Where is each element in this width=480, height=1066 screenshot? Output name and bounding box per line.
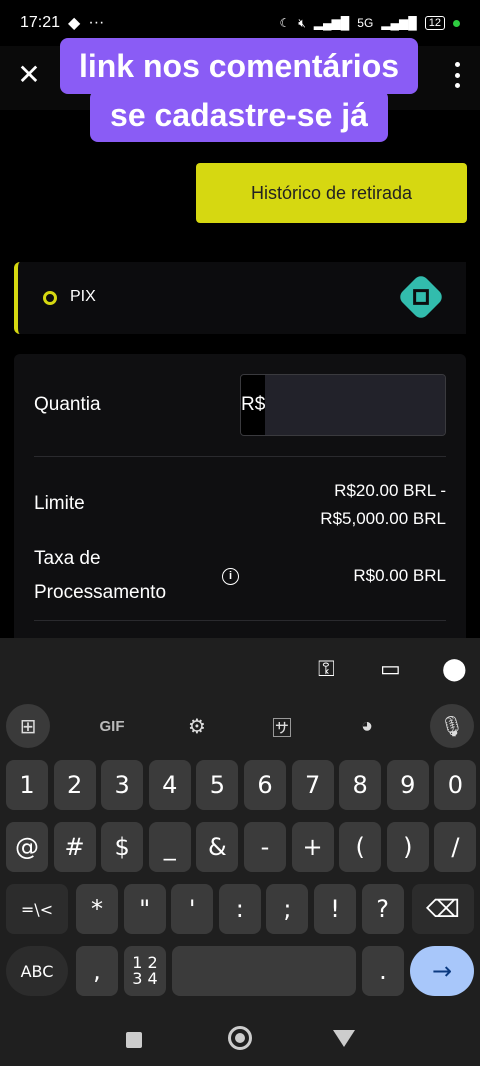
row1-key-3[interactable]: 4	[148, 760, 191, 810]
withdraw-history-button[interactable]: Histórico de retirada	[196, 163, 467, 223]
comma-key[interactable]: ,	[76, 946, 118, 996]
backspace-key[interactable]: ⌫	[412, 884, 474, 934]
row1-key-6[interactable]: 7	[291, 760, 334, 810]
row2-key-5[interactable]: -	[244, 822, 286, 872]
pix-logo-icon	[400, 276, 442, 318]
autofill-bar: ⚿ ▭ ⬤	[0, 638, 480, 698]
layers-icon: ◆	[68, 15, 81, 32]
keyboard-toolbar: ⊞ GIF ⚙ 🈂︎ ◕ 🎙︎	[0, 704, 480, 748]
row3-key-2[interactable]: "	[123, 884, 166, 934]
limit-label: Limite	[34, 493, 85, 514]
row1-key-1[interactable]: 2	[53, 760, 96, 810]
row3-key-4[interactable]: :	[218, 884, 261, 934]
more-vert-icon[interactable]	[452, 62, 462, 88]
amount-field[interactable]: R$	[240, 374, 446, 436]
info-icon[interactable]: i	[222, 568, 239, 585]
numpad-bottom-label: 3 4	[132, 969, 158, 988]
withdraw-page: Histórico de retirada PIX Quantia R$ Lim…	[0, 110, 480, 638]
divider	[34, 620, 446, 621]
more-notifications-icon: ···	[88, 14, 105, 31]
row2-key-7[interactable]: (	[339, 822, 382, 872]
row1-key-0[interactable]: 1	[6, 760, 48, 810]
overlay-caption-line2: se cadastre-se já	[90, 90, 388, 142]
pix-method-card[interactable]: PIX	[14, 262, 466, 334]
mic-icon[interactable]: 🎙︎	[430, 704, 474, 748]
palette-icon[interactable]: ◕	[345, 704, 389, 748]
limit-max-value: R$5,000.00 BRL	[320, 509, 446, 528]
row2-key-1[interactable]: #	[53, 822, 96, 872]
network-type: 5G	[357, 16, 374, 30]
row1-key-8[interactable]: 9	[386, 760, 429, 810]
status-time: 17:21	[20, 14, 61, 31]
row3-key-6[interactable]: !	[314, 884, 356, 934]
row2-key-6[interactable]: +	[291, 822, 334, 872]
fee-label-line1: Taxa de	[34, 548, 101, 569]
recents-icon[interactable]	[126, 1032, 142, 1048]
location-pin-icon[interactable]: ⬤	[442, 656, 467, 682]
fee-value: R$0.00 BRL	[353, 566, 446, 585]
amount-input[interactable]	[265, 375, 445, 435]
row2-key-2[interactable]: $	[101, 822, 144, 872]
translate-icon[interactable]: 🈂︎	[260, 704, 304, 748]
row1-key-2[interactable]: 3	[101, 760, 144, 810]
battery-icon: 12	[424, 16, 445, 30]
row2-key-0[interactable]: @	[6, 822, 48, 872]
pix-label: PIX	[70, 288, 96, 305]
card-icon[interactable]: ▭	[380, 656, 401, 682]
period-key[interactable]: .	[362, 946, 404, 996]
overlay-caption-line1: link nos comentários	[60, 38, 418, 94]
signal-icon-2: ▂▄▆█	[381, 16, 417, 30]
row3-key-1[interactable]: *	[76, 884, 118, 934]
limit-min-value: R$20.00 BRL -	[334, 481, 446, 500]
signal-icon: ▂▄▆█	[313, 16, 350, 30]
row1-key-5[interactable]: 6	[244, 760, 286, 810]
row3-key-3[interactable]: '	[171, 884, 214, 934]
privacy-dot-icon	[453, 19, 460, 27]
row2-key-9[interactable]: /	[434, 822, 477, 872]
row3-key-7[interactable]: ?	[361, 884, 404, 934]
fee-label-line2: Processamento	[34, 582, 167, 603]
radio-selected-icon[interactable]	[43, 291, 57, 305]
amount-label: Quantia	[34, 394, 101, 415]
enter-key[interactable]: →	[410, 946, 474, 996]
currency-prefix: R$	[241, 375, 266, 435]
row2-key-3[interactable]: _	[148, 822, 191, 872]
gif-button[interactable]: GIF	[90, 704, 134, 748]
row3-key-0[interactable]: =\<	[6, 884, 68, 934]
numpad-key[interactable]: 1 2 3 4	[124, 946, 166, 996]
mute-icon: 🔇︎	[298, 15, 306, 30]
close-icon[interactable]: ✕	[16, 61, 42, 89]
abc-key[interactable]: ABC	[6, 946, 68, 996]
withdraw-form: Quantia R$ Limite R$20.00 BRL - R$5,000.…	[14, 354, 466, 638]
row1-key-9[interactable]: 0	[434, 760, 477, 810]
row2-key-4[interactable]: &	[196, 822, 239, 872]
space-key[interactable]	[172, 946, 356, 996]
divider	[34, 456, 446, 457]
row2-key-8[interactable]: )	[386, 822, 429, 872]
dnd-moon-icon: ☾	[279, 16, 291, 30]
gear-icon[interactable]: ⚙	[175, 704, 219, 748]
grid-icon[interactable]: ⊞	[6, 704, 50, 748]
row3-key-5[interactable]: ;	[266, 884, 309, 934]
row1-key-7[interactable]: 8	[339, 760, 382, 810]
system-nav-bar	[0, 1010, 480, 1066]
keyboard: ⚿ ▭ ⬤ ⊞ GIF ⚙ 🈂︎ ◕ 🎙︎ ABC , 1 2 3 4 . → …	[0, 638, 480, 1066]
key-icon[interactable]: ⚿	[318, 656, 335, 682]
back-icon[interactable]	[333, 1030, 355, 1047]
home-icon[interactable]	[228, 1026, 252, 1050]
row1-key-4[interactable]: 5	[196, 760, 239, 810]
